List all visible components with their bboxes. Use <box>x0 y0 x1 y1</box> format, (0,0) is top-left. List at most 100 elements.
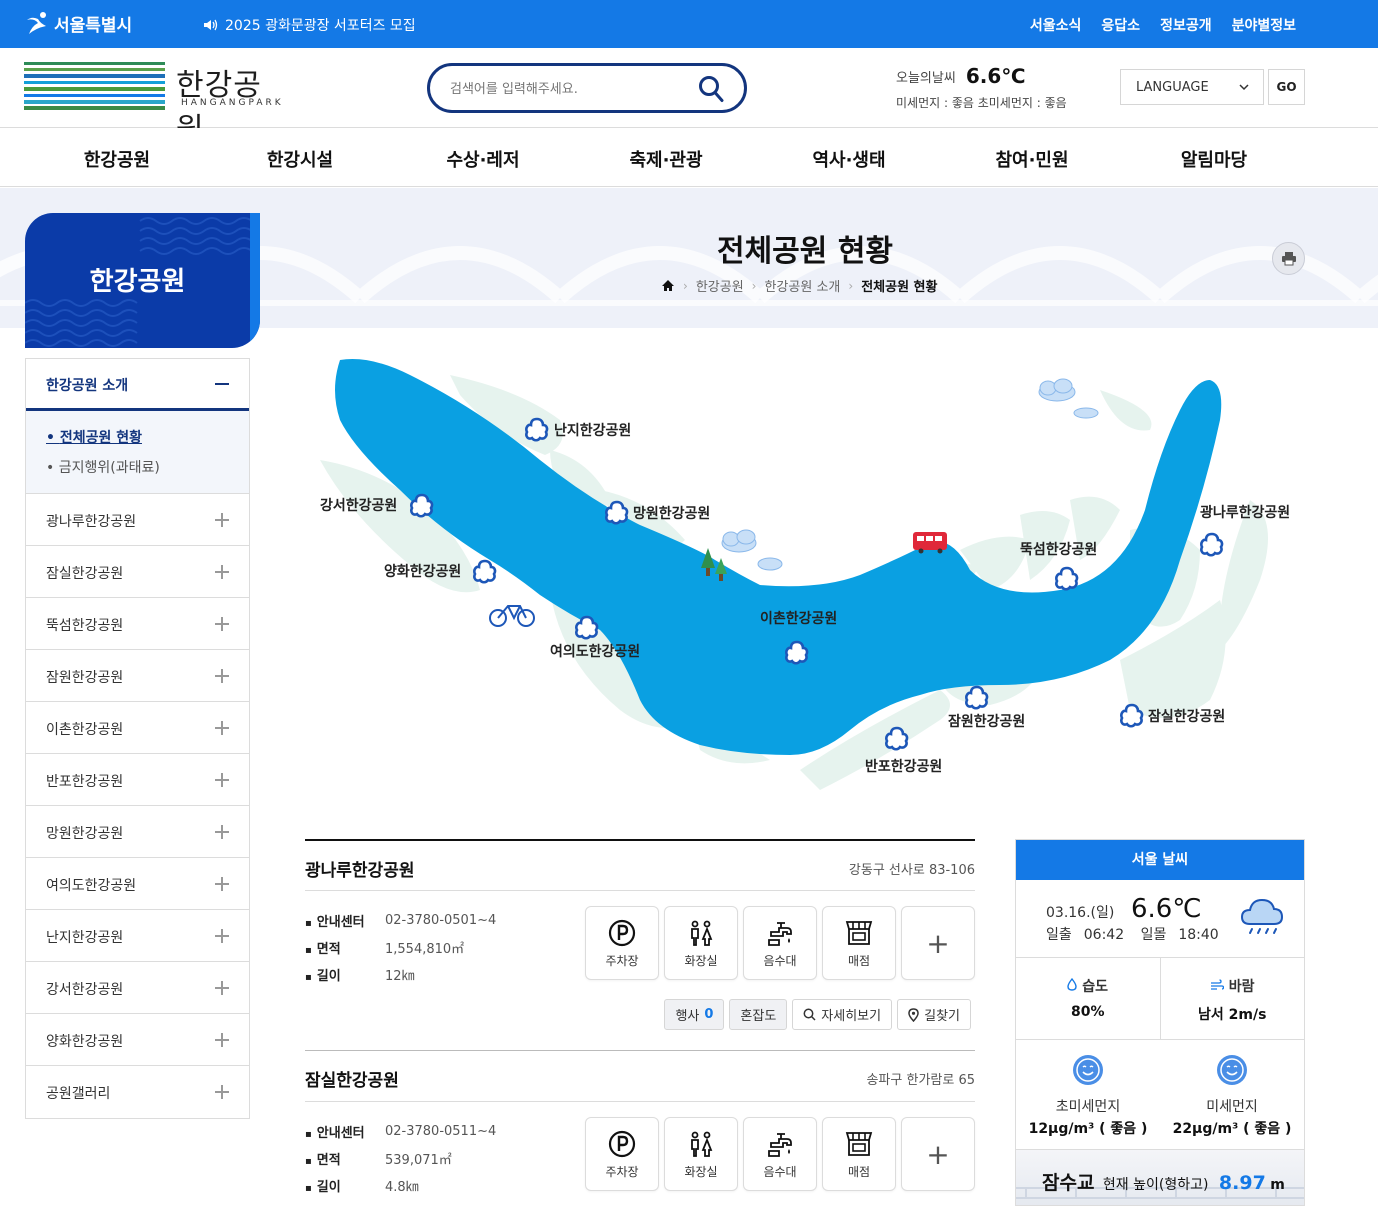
facility-store[interactable]: 매점 <box>822 1117 896 1191</box>
map-label-nanji[interactable]: 난지한강공원 <box>554 420 631 440</box>
lnb-title: 한강공원 <box>89 267 186 297</box>
top-link-info-open[interactable]: 정보공개 <box>1160 15 1212 35</box>
lnb-item-ichon[interactable]: 이촌한강공원 <box>26 702 249 754</box>
nav-participation[interactable]: 참여·민원 <box>995 146 1068 172</box>
map-label-gangseo[interactable]: 강서한강공원 <box>320 495 397 515</box>
search-input[interactable] <box>450 78 690 100</box>
lnb-item-gwangnaru[interactable]: 광나루한강공원 <box>26 494 249 546</box>
language-select[interactable]: LANGUAGE <box>1120 69 1264 105</box>
plus-icon <box>215 981 229 995</box>
map-label-yanghwa[interactable]: 양화한강공원 <box>384 561 461 581</box>
dust-row: 초미세먼지 12μg/m³ ( 좋음 ) 미세먼지 22μg/m³ ( 좋음 ) <box>1016 1040 1304 1150</box>
lnb-item-label: 잠실한강공원 <box>46 566 124 582</box>
congestion-button[interactable]: 혼잡도 <box>729 999 788 1030</box>
facility-water[interactable]: 음수대 <box>743 1117 817 1191</box>
logo-subtitle: HANGANGPARK <box>181 98 284 108</box>
map-label-gwangnaru[interactable]: 광나루한강공원 <box>1200 502 1290 522</box>
park-info: 안내센터02-3780-0511~4 면적539,071㎡ 길이4.8㎞ <box>305 1118 496 1199</box>
lnb-item-jamwon[interactable]: 잠원한강공원 <box>26 650 249 702</box>
header-weather: 오늘의날씨 6.6℃ 미세먼지 : 좋음 초미세먼지 : 좋음 <box>896 64 1067 111</box>
main-nav: 한강공원 한강시설 수상·레저 축제·관광 역사·생태 참여·민원 알림마당 <box>0 128 1378 187</box>
event-button[interactable]: 행사 0 <box>664 999 725 1030</box>
info-key: 길이 <box>305 965 385 984</box>
lnb-sub-item-all-parks[interactable]: • 전체공원 현황 <box>46 427 229 447</box>
facility-label: 화장실 <box>684 1164 718 1179</box>
search-icon[interactable] <box>698 75 724 103</box>
park-card-header: 잠실한강공원 송파구 한가람로 65 <box>305 1050 975 1102</box>
home-icon[interactable] <box>661 279 675 292</box>
pm10-label: 미세먼지 <box>1206 1099 1258 1115</box>
lnb-title-edge <box>250 213 260 348</box>
lnb-sub-item-prohibited[interactable]: • 금지행위(과태료) <box>46 457 229 477</box>
go-button[interactable]: GO <box>1268 69 1305 105</box>
pm25-value: 12μg/m³ ( 좋음 ) <box>1028 1121 1148 1137</box>
facility-water[interactable]: 음수대 <box>743 906 817 980</box>
facility-store[interactable]: 매점 <box>822 906 896 980</box>
top-link-seoul-news[interactable]: 서울소식 <box>1030 15 1082 35</box>
lnb-item-nanji[interactable]: 난지한강공원 <box>26 910 249 962</box>
lnb-item-gallery[interactable]: 공원갤러리 <box>26 1066 249 1118</box>
plus-icon <box>215 877 229 891</box>
lnb-item-label: 잠원한강공원 <box>46 670 124 686</box>
park-name: 광나루한강공원 <box>305 861 415 881</box>
map-label-banpo[interactable]: 반포한강공원 <box>865 756 942 776</box>
info-value: 539,071㎡ <box>385 1153 452 1168</box>
map-label-ichon[interactable]: 이촌한강공원 <box>760 608 837 628</box>
nav-notice[interactable]: 알림마당 <box>1181 146 1247 172</box>
weather-temperature: 6.6℃ <box>1131 894 1202 924</box>
map-label-yeouido[interactable]: 여의도한강공원 <box>550 641 640 661</box>
water-drop-icon <box>1067 977 1078 991</box>
map-label-mangwon[interactable]: 망원한강공원 <box>633 503 710 523</box>
breadcrumb-current: 전체공원 현황 <box>861 280 938 295</box>
breadcrumb-item-hangang-park[interactable]: 한강공원 <box>696 276 744 295</box>
map-label-ttukseom[interactable]: 뚝섬한강공원 <box>1020 539 1097 559</box>
facility-toilet[interactable]: 화장실 <box>664 1117 738 1191</box>
breadcrumb-item-intro[interactable]: 한강공원 소개 <box>764 276 840 295</box>
nav-hangang-park[interactable]: 한강공원 <box>84 146 150 172</box>
detail-label: 자세히보기 <box>821 1009 882 1024</box>
map-label-jamsil[interactable]: 잠실한강공원 <box>1148 706 1225 726</box>
facility-parking[interactable]: 주차장 <box>585 906 659 980</box>
seoul-symbol-icon <box>27 12 46 34</box>
facility-more-button[interactable]: + <box>901 906 975 980</box>
plus-icon <box>215 1033 229 1047</box>
jamsugyo-bridge-height: 잠수교 현재 높이(형하고) 8.97 m <box>1016 1150 1304 1205</box>
top-link-field-info[interactable]: 분야별정보 <box>1232 15 1296 35</box>
facility-parking[interactable]: 주차장 <box>585 1117 659 1191</box>
minus-icon <box>215 383 229 385</box>
lnb-item-label: 광나루한강공원 <box>46 514 137 530</box>
lnb-item-gangseo[interactable]: 강서한강공원 <box>26 962 249 1014</box>
facility-label: 화장실 <box>684 953 718 968</box>
humidity-cell: 습도 80% <box>1016 958 1161 1039</box>
detail-button[interactable]: 자세히보기 <box>792 999 893 1030</box>
pm10-cell: 미세먼지 22μg/m³ ( 좋음 ) <box>1160 1040 1304 1149</box>
nav-history-ecology[interactable]: 역사·생태 <box>812 146 885 172</box>
nav-festival-tour[interactable]: 축제·관광 <box>629 146 702 172</box>
seoul-logo[interactable]: 서울특별시 <box>24 10 132 36</box>
print-icon <box>1281 252 1296 266</box>
lnb-item-ttukseom[interactable]: 뚝섬한강공원 <box>26 598 249 650</box>
map-label-jamwon[interactable]: 잠원한강공원 <box>948 711 1025 731</box>
plus-icon: + <box>926 1137 950 1171</box>
facility-more-button[interactable]: + <box>901 1117 975 1191</box>
lnb-item-yanghwa[interactable]: 양화한강공원 <box>26 1014 249 1066</box>
breadcrumb: › 한강공원 › 한강공원 소개 › 전체공원 현황 <box>661 276 937 295</box>
breadcrumb-separator: › <box>848 278 854 293</box>
nav-hangang-facilities[interactable]: 한강시설 <box>267 146 333 172</box>
notice-link[interactable]: 2025 광화문광장 서포터즈 모집 <box>203 15 416 35</box>
lnb-item-mangwon[interactable]: 망원한강공원 <box>26 806 249 858</box>
wind-value: 남서 2m/s <box>1198 1007 1267 1023</box>
air-quality: 미세먼지 : 좋음 초미세먼지 : 좋음 <box>896 96 1067 110</box>
directions-button[interactable]: 길찾기 <box>897 999 971 1030</box>
print-button[interactable] <box>1272 242 1305 275</box>
wind-cell: 바람 남서 2m/s <box>1161 958 1305 1039</box>
facility-toilet[interactable]: 화장실 <box>664 906 738 980</box>
lnb-item-jamsil[interactable]: 잠실한강공원 <box>26 546 249 598</box>
top-link-eungdapso[interactable]: 응답소 <box>1101 15 1140 35</box>
hangang-park-logo[interactable]: 한강공원 HANGANGPARK <box>24 60 284 147</box>
park-address: 송파구 한가람로 65 <box>866 1073 975 1088</box>
lnb-section-intro[interactable]: 한강공원 소개 <box>26 359 249 411</box>
lnb-item-banpo[interactable]: 반포한강공원 <box>26 754 249 806</box>
nav-water-leisure[interactable]: 수상·레저 <box>446 146 519 172</box>
lnb-item-yeouido[interactable]: 여의도한강공원 <box>26 858 249 910</box>
